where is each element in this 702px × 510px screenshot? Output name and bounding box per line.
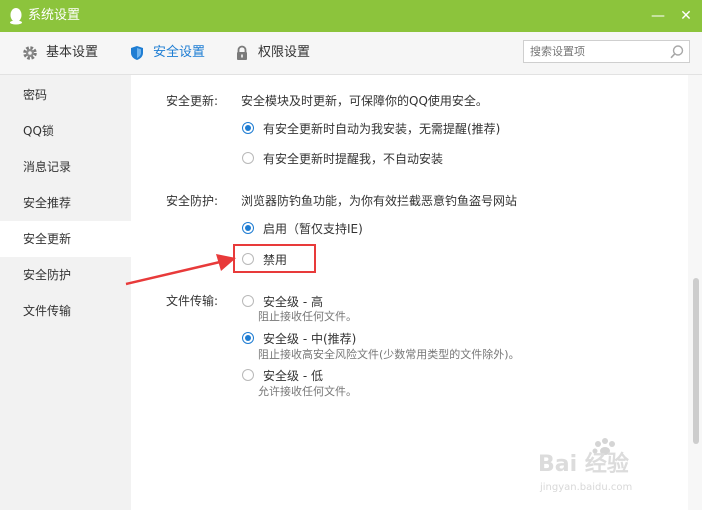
- tab-label: 权限设置: [258, 45, 311, 60]
- option-hint: 允许接收任何文件。: [258, 385, 357, 398]
- radio-label[interactable]: 有安全更新时提醒我，不自动安装: [263, 150, 443, 167]
- radio-label[interactable]: 有安全更新时自动为我安装，无需提醒(推荐): [263, 120, 500, 137]
- radio-label[interactable]: 安全级 - 低: [263, 367, 323, 384]
- option-hint: 阻止接收高安全风险文件(少数常用类型的文件除外)。: [258, 348, 520, 361]
- gear-icon: [23, 46, 37, 60]
- sidebar-item-security-recommend[interactable]: 安全推荐: [0, 185, 131, 221]
- settings-sidebar: 密码 QQ锁 消息记录 安全推荐 安全更新 安全防护 文件传输: [0, 75, 131, 510]
- sidebar-item-file-transfer[interactable]: 文件传输: [0, 293, 131, 329]
- radio-file-level-medium[interactable]: [242, 332, 254, 344]
- radio-label[interactable]: 安全级 - 中(推荐): [263, 330, 356, 347]
- tab-label: 安全设置: [153, 45, 206, 60]
- watermark-url: jingyan.baidu.com: [539, 482, 632, 493]
- search-icon[interactable]: [669, 44, 685, 60]
- radio-remind-update[interactable]: [242, 152, 254, 164]
- radio-auto-install-update[interactable]: [242, 122, 254, 134]
- radio-file-level-low[interactable]: [242, 369, 254, 381]
- sidebar-item-password[interactable]: 密码: [0, 77, 131, 113]
- scrollbar-thumb[interactable]: [693, 278, 699, 444]
- watermark-brand: Bai 经验: [538, 451, 629, 477]
- search-input[interactable]: [530, 43, 665, 60]
- settings-search-box[interactable]: [523, 40, 690, 63]
- section-label-file-transfer: 文件传输:: [166, 294, 219, 308]
- minimize-button[interactable]: —: [648, 6, 668, 26]
- shield-icon: [131, 46, 143, 60]
- sidebar-item-security-update[interactable]: 安全更新: [0, 221, 131, 257]
- radio-file-level-high[interactable]: [242, 295, 254, 307]
- section-desc-security-protection: 浏览器防钓鱼功能，为你有效拦截恶意钓鱼盗号网站: [241, 194, 518, 208]
- radio-label[interactable]: 启用（暂仅支持IE): [263, 220, 363, 237]
- annotation-highlight-box: [233, 244, 316, 273]
- section-desc-security-update: 安全模块及时更新，可保障你的QQ使用安全。: [241, 94, 488, 108]
- baidu-jingyan-watermark: Bai 经验 jingyan.baidu.com: [538, 438, 632, 493]
- section-label-security-update: 安全更新:: [166, 94, 219, 108]
- title-bar: 系统设置 — ✕: [0, 0, 702, 32]
- qq-penguin-icon: [10, 8, 22, 25]
- window-title: 系统设置: [28, 8, 81, 23]
- section-label-security-protection: 安全防护:: [166, 194, 219, 208]
- sidebar-item-message-history[interactable]: 消息记录: [0, 149, 131, 185]
- option-hint: 阻止接收任何文件。: [258, 310, 357, 323]
- radio-enable-protection[interactable]: [242, 222, 254, 234]
- sidebar-item-security-protection[interactable]: 安全防护: [0, 257, 131, 293]
- annotation-arrow-icon: [125, 254, 236, 286]
- sidebar-item-qq-lock[interactable]: QQ锁: [0, 113, 131, 149]
- lock-icon: [237, 45, 247, 60]
- close-button[interactable]: ✕: [676, 6, 696, 26]
- tab-label: 基本设置: [46, 45, 99, 60]
